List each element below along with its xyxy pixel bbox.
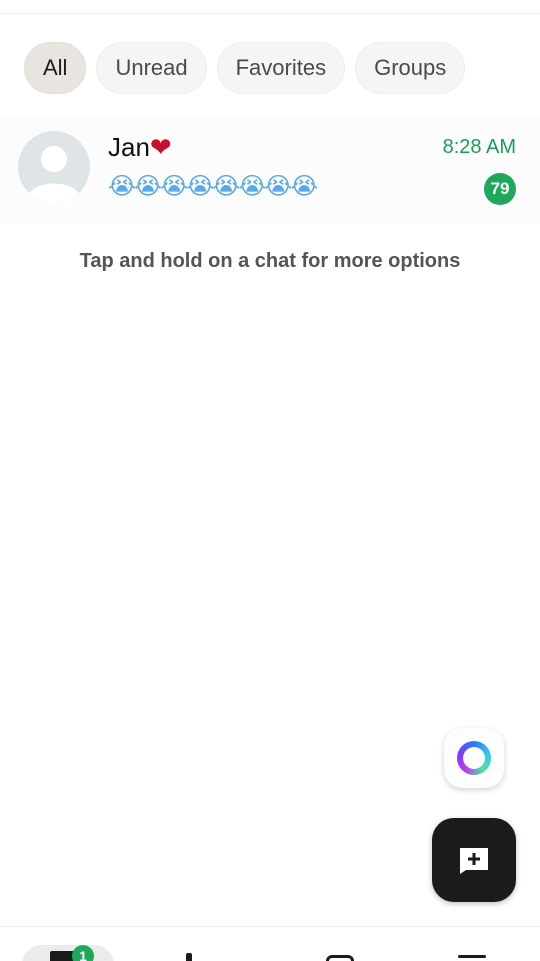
- filter-chips: All Unread Favorites Groups: [24, 42, 466, 94]
- hint-text: Tap and hold on a chat for more options: [79, 250, 461, 272]
- contact-name-text: Jan: [108, 132, 150, 162]
- bottom-nav: 1: [0, 926, 540, 961]
- chat-list-item[interactable]: Jan❤ 8:28 AM 😭😭😭😭😭😭😭😭 79: [0, 116, 540, 224]
- filter-chip-groups[interactable]: Groups: [355, 42, 466, 94]
- filter-chip-favorites[interactable]: Favorites: [216, 42, 346, 94]
- avatar[interactable]: [18, 131, 90, 203]
- meta-ai-ring-icon: [457, 741, 491, 775]
- heart-emoji: ❤: [149, 133, 172, 163]
- contact-name: Jan❤: [108, 132, 172, 163]
- meta-ai-button[interactable]: [444, 728, 504, 788]
- calls-icon[interactable]: [458, 955, 486, 958]
- filter-chip-unread[interactable]: Unread: [96, 42, 207, 94]
- communities-icon[interactable]: [326, 955, 354, 961]
- message-preview: 😭😭😭😭😭😭😭😭: [108, 172, 318, 200]
- new-chat-button[interactable]: [432, 818, 516, 902]
- filter-chip-all[interactable]: All: [24, 42, 87, 94]
- new-chat-icon: [460, 848, 488, 874]
- filter-chip-label: Groups: [374, 55, 447, 80]
- unread-count-badge: 79: [484, 173, 516, 205]
- top-divider: [0, 13, 540, 14]
- chat-timestamp: 8:28 AM: [442, 136, 516, 158]
- filter-chip-label: Favorites: [235, 55, 327, 80]
- default-person-icon: [28, 146, 80, 203]
- filter-chip-label: All: [43, 55, 68, 80]
- filter-chip-label: Unread: [115, 55, 188, 80]
- chats-unread-badge: 1: [72, 945, 94, 961]
